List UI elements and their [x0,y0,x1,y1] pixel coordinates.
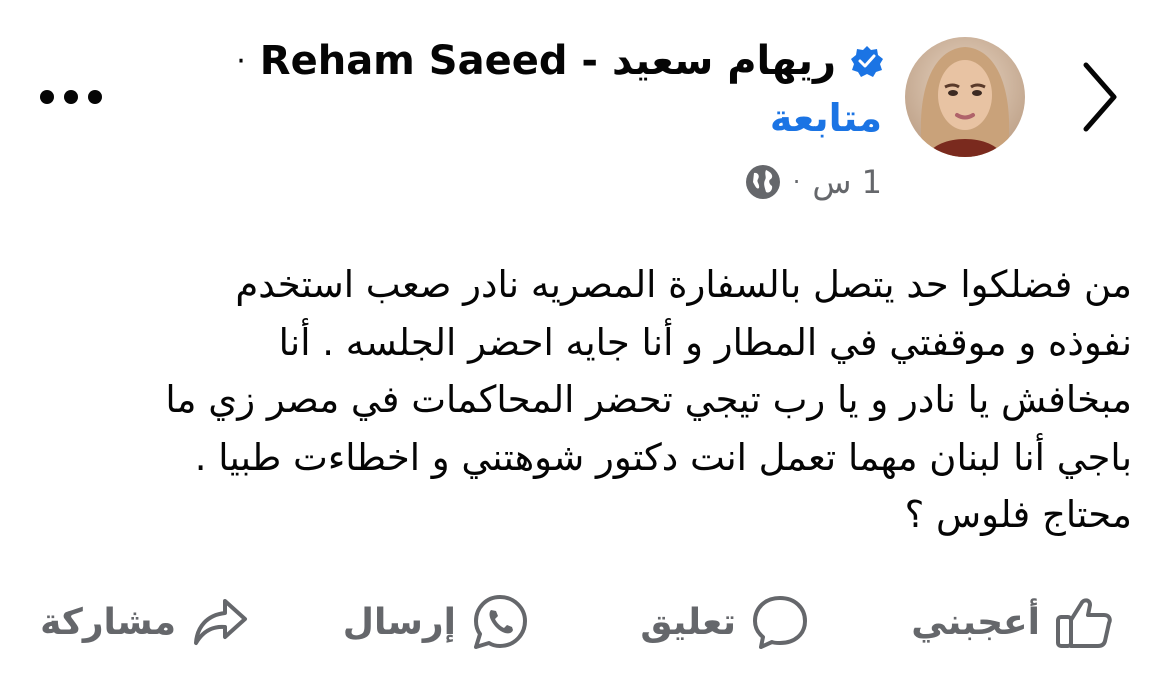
post-text-line: من فضلكوا حد يتصل بالسفارة المصريه نادر … [235,263,1132,306]
follow-button[interactable]: متابعة [770,96,882,140]
comment-button[interactable]: تعليق [640,580,810,664]
post-meta: 1 س · [745,160,882,204]
share-button[interactable]: مشاركة [40,580,250,664]
separator-dot: · [236,43,246,79]
globe-icon[interactable] [745,164,781,200]
more-dot [64,90,78,104]
avatar-image [905,37,1025,157]
more-options-button[interactable] [40,80,102,114]
back-button[interactable] [1070,52,1130,142]
share-arrow-icon [190,592,250,652]
post-text-line: نفوذه و موقفتي في المطار و أنا جايه احضر… [278,320,1132,364]
like-button[interactable]: أعجبني [911,580,1114,664]
more-dot [40,90,54,104]
share-label: مشاركة [40,601,176,643]
author-name[interactable]: ريهام سعيد - Reham Saeed [260,38,836,84]
post-timestamp[interactable]: 1 س [812,163,882,201]
comment-label: تعليق [640,601,736,643]
verified-badge-icon [850,44,884,78]
like-label: أعجبني [911,601,1040,643]
thumbs-up-icon [1054,592,1114,652]
whatsapp-icon [470,592,530,652]
meta-dot: · [792,168,801,196]
avatar[interactable] [905,37,1025,157]
action-bar: أعجبني تعليق إرسال مشاركة [0,580,1170,664]
post-text-line: محتاج فلوس ؟ [904,493,1132,536]
comment-bubble-icon [750,592,810,652]
chevron-right-icon [1083,62,1117,132]
author-row: ريهام سعيد - Reham Saeed · [236,28,884,94]
send-button[interactable]: إرسال [343,580,530,664]
send-label: إرسال [342,601,456,643]
more-dot [88,90,102,104]
post-text-line: باجي أنا لبنان مهما تعمل انت دكتور شوهتن… [194,435,1132,479]
post-body: من فضلكوا حد يتصل بالسفارة المصريه نادر … [12,256,1132,544]
post-text-line: مبخافش يا نادر و يا رب تيجي تحضر المحاكم… [165,378,1132,421]
